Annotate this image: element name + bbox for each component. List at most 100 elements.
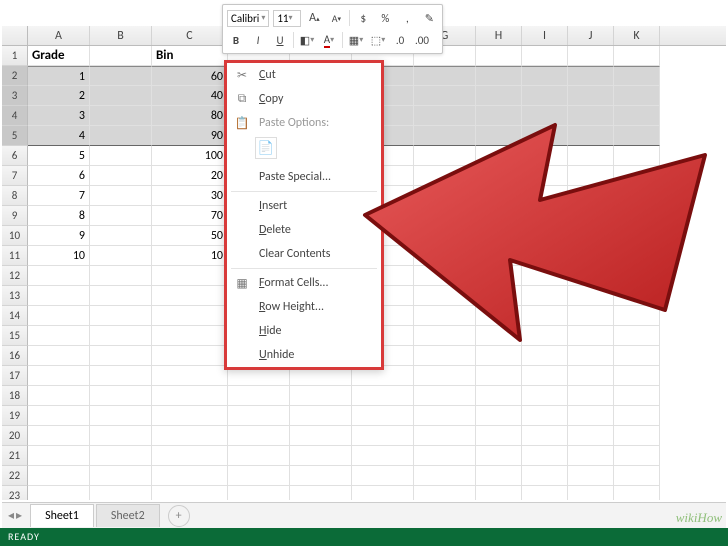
cell[interactable] (476, 406, 522, 426)
cell[interactable] (614, 226, 660, 246)
row-header[interactable]: 18 (2, 386, 28, 406)
cell[interactable] (90, 206, 152, 226)
cell[interactable] (414, 306, 476, 326)
cell[interactable] (568, 466, 614, 486)
cell[interactable] (476, 146, 522, 166)
cell[interactable]: 60 (152, 66, 228, 86)
cell[interactable] (522, 186, 568, 206)
cell[interactable] (90, 86, 152, 106)
cell[interactable] (614, 246, 660, 266)
sheet-tab-active[interactable]: Sheet1 (30, 504, 94, 527)
paste-default-icon[interactable]: 📄 (255, 137, 277, 159)
cell[interactable] (522, 326, 568, 346)
merge-icon[interactable]: ⬚▾ (369, 31, 387, 49)
cell[interactable] (228, 406, 290, 426)
cell[interactable] (90, 386, 152, 406)
cell[interactable] (476, 286, 522, 306)
cell[interactable] (152, 406, 228, 426)
cell[interactable] (476, 266, 522, 286)
context-copy[interactable]: ⧉ Copy (227, 87, 381, 111)
cell[interactable] (228, 466, 290, 486)
cell[interactable] (90, 66, 152, 86)
font-selector[interactable]: Calibri▾ (227, 10, 269, 27)
context-unhide[interactable]: Unhide (227, 343, 381, 367)
cell[interactable] (290, 446, 352, 466)
cell[interactable] (522, 126, 568, 146)
cell[interactable] (476, 206, 522, 226)
cell[interactable] (414, 86, 476, 106)
cell[interactable] (522, 406, 568, 426)
format-painter-icon[interactable]: ✎ (420, 9, 438, 27)
cell[interactable] (414, 406, 476, 426)
cell[interactable] (614, 346, 660, 366)
cell[interactable] (476, 346, 522, 366)
cell[interactable] (522, 66, 568, 86)
row-header[interactable]: 22 (2, 466, 28, 486)
cell[interactable] (568, 206, 614, 226)
cell[interactable] (614, 106, 660, 126)
cell[interactable] (90, 346, 152, 366)
cell[interactable] (90, 306, 152, 326)
cell[interactable] (152, 486, 228, 500)
cell[interactable] (352, 466, 414, 486)
cell[interactable]: 1 (28, 66, 90, 86)
cell[interactable] (568, 286, 614, 306)
cell[interactable] (614, 46, 660, 66)
cell[interactable] (28, 346, 90, 366)
currency-icon[interactable]: $ (354, 9, 372, 27)
cell[interactable] (568, 146, 614, 166)
cell[interactable]: 6 (28, 166, 90, 186)
cell[interactable] (568, 66, 614, 86)
cell[interactable]: 8 (28, 206, 90, 226)
cell[interactable] (90, 366, 152, 386)
cell[interactable] (28, 386, 90, 406)
cell[interactable] (90, 106, 152, 126)
cell[interactable] (522, 266, 568, 286)
cell[interactable] (614, 166, 660, 186)
cell[interactable] (568, 406, 614, 426)
font-color-icon[interactable]: A▾ (320, 31, 338, 49)
context-insert[interactable]: Insert (227, 194, 381, 218)
cell[interactable] (414, 246, 476, 266)
cell[interactable] (28, 486, 90, 500)
cell[interactable] (568, 366, 614, 386)
cell[interactable] (568, 106, 614, 126)
cell[interactable] (568, 486, 614, 500)
cell[interactable] (152, 326, 228, 346)
cell[interactable] (614, 366, 660, 386)
cell[interactable] (414, 126, 476, 146)
select-all-corner[interactable] (2, 26, 28, 45)
cell[interactable] (522, 46, 568, 66)
cell[interactable] (568, 386, 614, 406)
cell[interactable]: Bin (152, 46, 228, 66)
cell[interactable] (476, 86, 522, 106)
cell[interactable] (90, 286, 152, 306)
cell[interactable] (414, 286, 476, 306)
cell[interactable]: 80 (152, 106, 228, 126)
cell[interactable] (352, 486, 414, 500)
font-size-selector[interactable]: 11▾ (273, 10, 301, 27)
cell[interactable] (476, 466, 522, 486)
row-header[interactable]: 17 (2, 366, 28, 386)
cell[interactable] (522, 446, 568, 466)
cell[interactable] (476, 426, 522, 446)
cell[interactable] (568, 46, 614, 66)
row-header[interactable]: 23 (2, 486, 28, 500)
cell[interactable] (614, 66, 660, 86)
cell[interactable]: 90 (152, 126, 228, 146)
cell[interactable] (476, 386, 522, 406)
cell[interactable] (90, 226, 152, 246)
cell[interactable] (476, 126, 522, 146)
cell[interactable] (90, 266, 152, 286)
col-header-K[interactable]: K (614, 26, 660, 45)
context-clear-contents[interactable]: Clear Contents (227, 242, 381, 266)
cell[interactable] (614, 386, 660, 406)
cell[interactable] (290, 426, 352, 446)
cell[interactable] (522, 286, 568, 306)
cell[interactable] (152, 466, 228, 486)
cell[interactable] (614, 266, 660, 286)
cell[interactable] (414, 486, 476, 500)
context-paste-special[interactable]: Paste Special... (227, 165, 381, 189)
cell[interactable] (414, 66, 476, 86)
cell[interactable] (28, 466, 90, 486)
